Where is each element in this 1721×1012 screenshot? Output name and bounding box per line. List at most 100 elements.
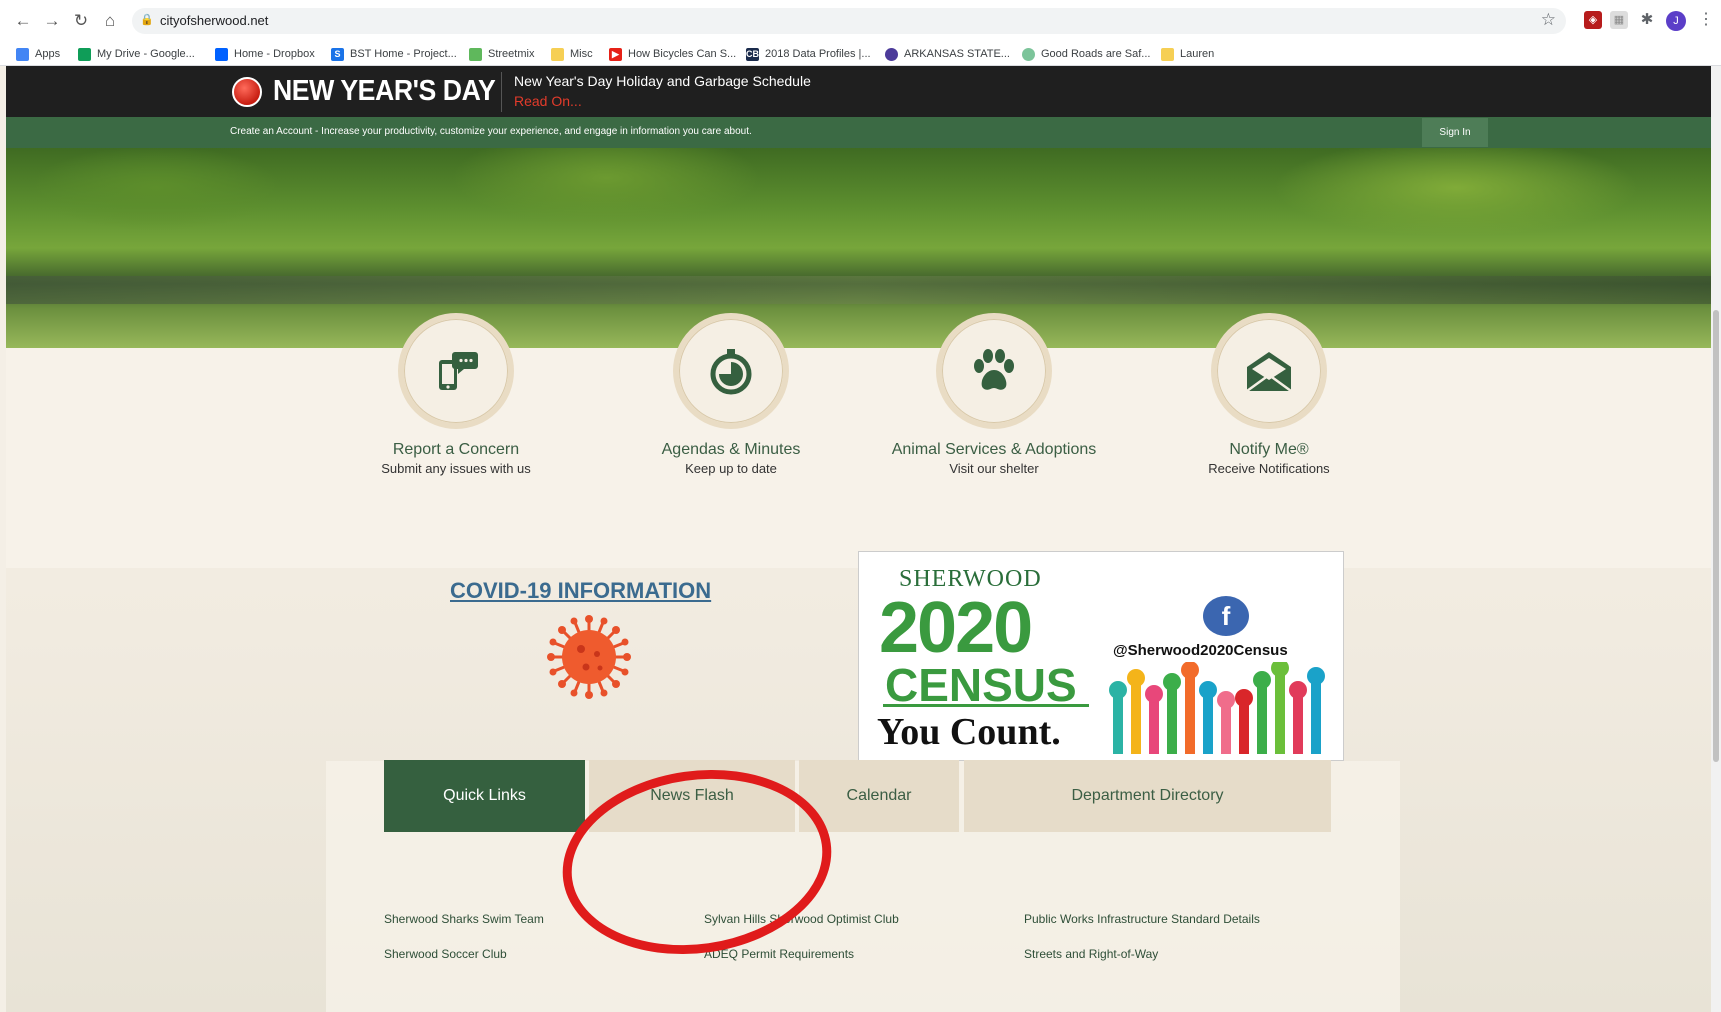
service-circle — [398, 313, 514, 429]
page-scrollbar-thumb[interactable] — [1713, 310, 1719, 762]
envelope-icon — [1246, 352, 1292, 393]
reload-icon[interactable]: ↻ — [70, 10, 92, 32]
paw-icon — [974, 349, 1014, 390]
bookmark-misc[interactable]: Misc — [551, 46, 593, 62]
facebook-icon: f — [1203, 596, 1249, 636]
alert-title: NEW YEAR'S DAY — [273, 75, 496, 107]
quick-link[interactable]: Sherwood Soccer Club — [384, 947, 507, 961]
account-bar: Create an Account - Increase your produc… — [6, 117, 1711, 148]
census-underline — [883, 704, 1089, 707]
bookmark-star-icon[interactable]: ☆ — [1541, 10, 1556, 30]
service-subtitle: Visit our shelter — [949, 461, 1039, 476]
arkansas-seal-icon — [885, 47, 898, 61]
bookmark-good-roads[interactable]: Good Roads are Saf... — [1022, 46, 1150, 62]
covid-information-link[interactable]: COVID-19 INFORMATION — [450, 578, 711, 604]
service-subtitle: Submit any issues with us — [381, 461, 531, 476]
extension-puzzle-grey-icon[interactable]: ▦ — [1610, 11, 1628, 29]
bookmark-data-profiles[interactable]: CB 2018 Data Profiles |... — [746, 46, 871, 62]
census-2020-banner[interactable]: SHERWOOD 2020 CENSUS You Count. f @Sherw… — [858, 551, 1344, 761]
bookmark-lauren[interactable]: Lauren — [1161, 46, 1214, 62]
quick-link[interactable]: ADEQ Permit Requirements — [704, 947, 854, 961]
census-facebook-handle: @Sherwood2020Census — [1113, 642, 1288, 659]
service-circle — [673, 313, 789, 429]
bookmarks-bar: Apps My Drive - Google... Home - Dropbox… — [0, 42, 1721, 66]
extension-shield-icon[interactable]: ◈ — [1584, 11, 1602, 29]
url-text: cityofsherwood.net — [160, 13, 269, 28]
dropbox-icon — [215, 47, 228, 61]
menu-kebab-icon[interactable]: ⋮ — [1698, 9, 1714, 29]
bookmark-label: Misc — [570, 48, 593, 60]
bookmark-label: Apps — [35, 48, 61, 60]
service-notify-me[interactable]: Notify Me® Receive Notifications — [1159, 313, 1379, 476]
service-animal-services[interactable]: Animal Services & Adoptions Visit our sh… — [884, 313, 1104, 476]
hero-water — [6, 276, 1711, 304]
bookmark-apps[interactable]: Apps — [16, 46, 60, 62]
phone-chat-icon — [439, 352, 478, 390]
browser-toolbar: ← → ↻ ⌂ 🔒 cityofsherwood.net ☆ ◈ ▦ ✱ J ⋮ — [0, 0, 1721, 42]
quick-link[interactable]: Sherwood Sharks Swim Team — [384, 912, 544, 926]
create-account-link[interactable]: Create an Account - Increase your produc… — [230, 126, 752, 137]
bookmark-label: 2018 Data Profiles |... — [765, 48, 871, 60]
raised-hands-icon — [1109, 662, 1325, 754]
good-roads-icon — [1022, 47, 1035, 61]
tab-calendar[interactable]: Calendar — [799, 760, 959, 832]
alert-read-on-link[interactable]: Read On... — [514, 93, 582, 109]
hero-banner-image — [6, 148, 1711, 430]
service-circle — [936, 313, 1052, 429]
tab-department-directory[interactable]: Department Directory — [964, 760, 1331, 832]
census-bureau-icon: CB — [746, 47, 759, 61]
bookmark-label: My Drive - Google... — [97, 48, 195, 60]
bookmark-bst-home[interactable]: S BST Home - Project... — [331, 46, 457, 62]
alert-banner: NEW YEAR'S DAY New Year's Day Holiday an… — [6, 66, 1711, 117]
service-subtitle: Keep up to date — [685, 461, 777, 476]
coronavirus-icon — [546, 614, 632, 705]
alert-headline[interactable]: New Year's Day Holiday and Garbage Sched… — [514, 73, 811, 89]
quick-link[interactable]: Public Works Infrastructure Standard Det… — [1024, 912, 1260, 926]
service-title: Notify Me® — [1229, 441, 1309, 458]
service-title: Animal Services & Adoptions — [891, 441, 1097, 458]
quick-link[interactable]: Sylvan Hills Sherwood Optimist Club — [704, 912, 899, 926]
tab-quick-links[interactable]: Quick Links — [384, 760, 585, 832]
apps-grid-icon — [16, 47, 29, 61]
tab-news-flash[interactable]: News Flash — [589, 760, 795, 832]
project-icon: S — [331, 47, 344, 61]
bookmark-label: Good Roads are Saf... — [1041, 48, 1151, 60]
google-drive-icon — [78, 47, 91, 61]
bookmark-my-drive[interactable]: My Drive - Google... — [78, 46, 195, 62]
bookmark-how-bicycles[interactable]: ▶ How Bicycles Can S... — [609, 46, 736, 62]
bookmark-label: Home - Dropbox — [234, 48, 315, 60]
page-content: NEW YEAR'S DAY New Year's Day Holiday an… — [6, 66, 1711, 1012]
service-report-concern[interactable]: Report a Concern Submit any issues with … — [346, 313, 566, 476]
census-year-text: 2020 — [879, 588, 1033, 668]
alert-red-dot-icon — [232, 77, 262, 107]
home-icon[interactable]: ⌂ — [99, 10, 121, 32]
service-agendas-minutes[interactable]: Agendas & Minutes Keep up to date — [621, 313, 841, 476]
back-arrow-icon[interactable]: ← — [12, 10, 34, 32]
bookmark-label: ARKANSAS STATE... — [904, 48, 1010, 60]
service-title: Agendas & Minutes — [661, 441, 801, 458]
service-title: Report a Concern — [392, 441, 520, 458]
lock-icon: 🔒 — [140, 14, 154, 26]
bookmark-label: BST Home - Project... — [350, 48, 457, 60]
streetmix-icon — [469, 47, 482, 61]
stopwatch-icon — [710, 349, 752, 395]
bookmark-label: Streetmix — [488, 48, 535, 60]
bookmark-label: Lauren — [1180, 48, 1215, 60]
bookmark-dropbox[interactable]: Home - Dropbox — [215, 46, 315, 62]
services-strip — [6, 348, 1711, 568]
folder-icon — [551, 47, 564, 61]
forward-arrow-icon[interactable]: → — [41, 10, 63, 32]
address-bar[interactable]: 🔒 cityofsherwood.net ☆ — [132, 8, 1566, 34]
service-subtitle: Receive Notifications — [1208, 461, 1330, 476]
quick-link[interactable]: Streets and Right-of-Way — [1024, 947, 1158, 961]
alert-divider — [501, 72, 502, 112]
census-tagline: You Count. — [877, 711, 1061, 753]
sign-in-button[interactable]: Sign In — [1422, 118, 1488, 147]
service-circle — [1211, 313, 1327, 429]
extensions-icon[interactable]: ✱ — [1638, 11, 1656, 29]
profile-avatar[interactable]: J — [1666, 11, 1686, 31]
folder-icon — [1161, 47, 1174, 61]
bookmark-streetmix[interactable]: Streetmix — [469, 46, 534, 62]
bookmark-arkansas-state[interactable]: ARKANSAS STATE... — [885, 46, 1010, 62]
bookmark-label: How Bicycles Can S... — [628, 48, 737, 60]
